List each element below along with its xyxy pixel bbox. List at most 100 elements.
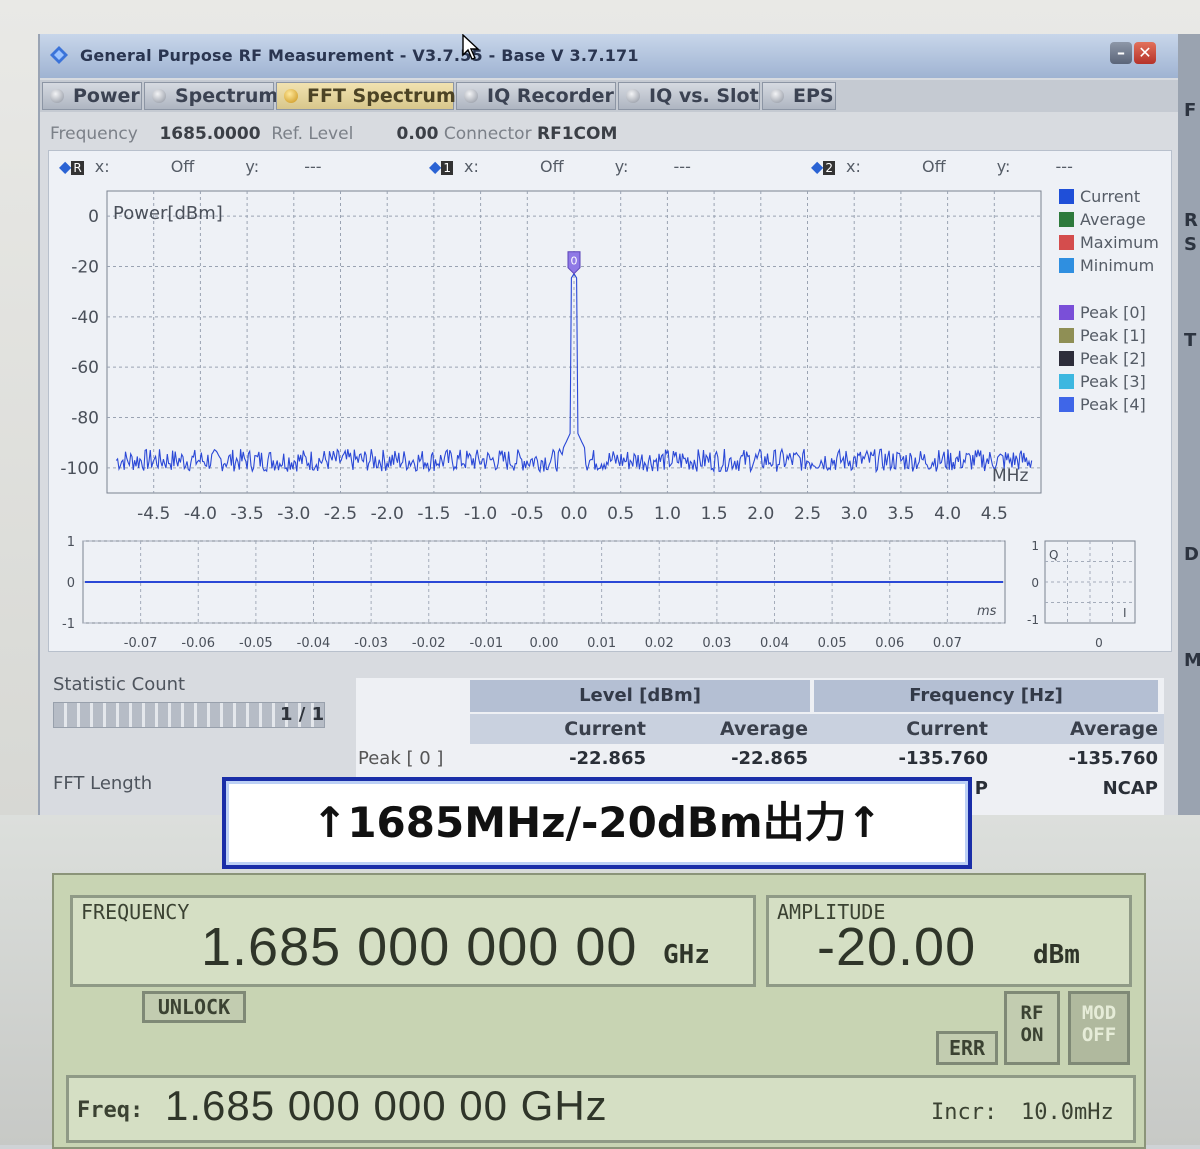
x-tick-label: 0.05	[818, 636, 847, 651]
x-tick-label: -0.05	[239, 636, 273, 651]
spectrum-y-axis-label: Power[dBm]	[113, 203, 223, 224]
legend-swatch	[1059, 328, 1074, 343]
legend-peak-2[interactable]: Peak [2]	[1059, 349, 1146, 368]
app-icon	[50, 46, 68, 64]
y-tick-label: -20	[71, 258, 99, 278]
tab-indicator-icon	[152, 89, 166, 103]
legend-label: Peak [3]	[1080, 372, 1146, 391]
frequency-entry-line[interactable]: Freq: 1.685 000 000 00 GHz Incr: 10.0mHz	[66, 1075, 1136, 1143]
legend-swatch	[1059, 351, 1074, 366]
mouse-cursor-icon	[462, 34, 480, 60]
err-indicator: ERR	[936, 1031, 998, 1065]
tab-power[interactable]: Power	[42, 82, 142, 110]
legend-label: Peak [2]	[1080, 349, 1146, 368]
close-button[interactable]: ✕	[1134, 42, 1156, 64]
statistic-count-label: Statistic Count	[53, 674, 186, 695]
connector-label: Connector	[443, 124, 532, 144]
y-tick-label: 1	[67, 535, 75, 550]
legend-label: Peak [4]	[1080, 395, 1146, 414]
x-tick-label: 0.07	[933, 636, 962, 651]
spectrum-y-ticks: 0 -20 -40 -60 -80 -100	[60, 207, 99, 479]
x-tick-label: 0.01	[587, 636, 616, 651]
legend-label: Minimum	[1080, 256, 1155, 275]
x-tick-label: -2.0	[371, 504, 404, 524]
x-tick-label: -1.5	[417, 504, 450, 524]
mod-label-bottom: OFF	[1081, 1024, 1117, 1046]
legend-peak-3[interactable]: Peak [3]	[1059, 372, 1146, 391]
legend-peak-0[interactable]: Peak [0]	[1059, 303, 1146, 322]
tab-iq-vs-slot[interactable]: IQ vs. Slot	[618, 82, 760, 110]
y-tick-label: 0	[67, 576, 75, 591]
peak-level-average: -22.865	[731, 748, 808, 769]
x-tick-label: -1.0	[464, 504, 497, 524]
legend-label: Average	[1080, 210, 1146, 229]
tab-indicator-icon	[770, 89, 784, 103]
time-x-ticks: -0.07 -0.06 -0.05 -0.04 -0.03 -0.02 -0.01 0.00 0…	[124, 636, 962, 651]
frequency-display[interactable]: FREQUENCY 1.685 000 000 00 GHz	[70, 895, 756, 987]
legend-swatch	[1059, 305, 1074, 320]
legend-minimum[interactable]: Minimum	[1059, 256, 1154, 275]
mod-off-button[interactable]: MOD OFF	[1068, 991, 1130, 1065]
tab-eps[interactable]: EPS	[762, 82, 836, 110]
x-tick-label: -0.07	[124, 636, 158, 651]
x-tick-label: -0.01	[470, 636, 504, 651]
amplitude-display[interactable]: AMPLITUDE -20.00 dBm	[766, 895, 1132, 987]
legend-current[interactable]: Current	[1059, 187, 1140, 206]
tab-bar: Power Spectrum FFT Spectrum IQ Recorder …	[40, 80, 1180, 112]
generator-lcd: FREQUENCY 1.685 000 000 00 GHz AMPLITUDE…	[52, 873, 1146, 1149]
row2-frequency-average: NCAP	[1102, 778, 1158, 799]
frequency-label: Frequency	[50, 124, 138, 144]
side-letter: T	[1184, 330, 1197, 351]
legend-swatch	[1059, 235, 1074, 250]
legend-label: Maximum	[1080, 233, 1159, 252]
chart-panel: ◆ R x: Off y: --- ◆ 1 x: Off y: --- ◆ 2 x: …	[48, 150, 1172, 652]
legend-peak-1[interactable]: Peak [1]	[1059, 326, 1146, 345]
legend-swatch	[1059, 397, 1074, 412]
y-tick-label: 1	[1031, 539, 1039, 553]
frequency-header: Frequency [Hz]	[814, 680, 1158, 712]
x-tick-label: 4.5	[981, 504, 1008, 524]
x-tick-label: -3.0	[277, 504, 310, 524]
spectrum-x-axis-label: MHz	[992, 466, 1028, 486]
side-letter: D	[1184, 544, 1199, 565]
y-tick-label: -40	[71, 308, 99, 328]
minimize-button[interactable]: –	[1110, 42, 1132, 64]
side-letter: F	[1184, 100, 1197, 121]
legend-swatch	[1059, 212, 1074, 227]
legend-maximum[interactable]: Maximum	[1059, 233, 1159, 252]
mod-label-top: MOD	[1081, 1002, 1117, 1024]
x-tick-label: 4.0	[934, 504, 961, 524]
x-tick-label: 0.0	[560, 504, 587, 524]
side-panel-strip: F R S T D M	[1178, 34, 1200, 815]
y-tick-label: 0	[88, 207, 99, 227]
rf-on-button[interactable]: RF ON	[1004, 991, 1060, 1065]
tab-iq-recorder[interactable]: IQ Recorder	[456, 82, 616, 110]
rf-label-top: RF	[1020, 1002, 1044, 1024]
tab-fft-spectrum[interactable]: FFT Spectrum	[276, 82, 456, 110]
x-tick-label: -0.02	[412, 636, 446, 651]
legend-label: Peak [0]	[1080, 303, 1146, 322]
tab-spectrum[interactable]: Spectrum	[144, 82, 278, 110]
legend-swatch	[1059, 374, 1074, 389]
time-y-ticks: 1 0 -1	[62, 535, 75, 632]
level-average-header: Average	[652, 714, 814, 744]
x-tick-label: -2.5	[324, 504, 357, 524]
tab-label: Power	[73, 85, 140, 107]
rf-measurement-window: General Purpose RF Measurement - V3.7.55…	[38, 34, 1180, 815]
frequency-display-unit: GHz	[663, 940, 710, 970]
iq-q-axis-label: Q	[1049, 548, 1058, 562]
legend-average[interactable]: Average	[1059, 210, 1146, 229]
legend-swatch	[1059, 258, 1074, 273]
ref-level-value: 0.00	[396, 124, 439, 144]
x-tick-label: 1.0	[654, 504, 681, 524]
legend-label: Current	[1080, 187, 1141, 206]
time-x-axis-label: ms	[977, 604, 997, 619]
title-bar[interactable]: General Purpose RF Measurement - V3.7.55…	[40, 34, 1180, 78]
fft-length-label: FFT Length	[53, 773, 153, 794]
x-tick-label: -4.5	[137, 504, 170, 524]
legend-peak-4[interactable]: Peak [4]	[1059, 395, 1146, 414]
rf-label-bottom: ON	[1020, 1024, 1044, 1046]
level-current-header: Current	[470, 714, 652, 744]
level-header: Level [dBm]	[470, 680, 810, 712]
peak-row-label: Peak [ 0 ]	[358, 748, 444, 769]
